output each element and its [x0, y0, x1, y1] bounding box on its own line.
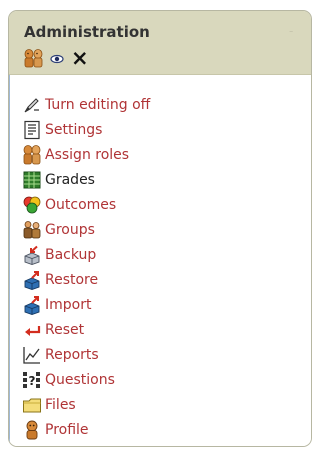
- svg-text:?: ?: [29, 374, 36, 388]
- administration-block: Administration - × Turn editing off Sett…: [8, 10, 312, 447]
- item-label[interactable]: Groups: [45, 222, 95, 238]
- eye-icon[interactable]: [50, 54, 64, 64]
- item-label[interactable]: Grades: [45, 172, 95, 188]
- reports-icon: [23, 347, 40, 364]
- item-label[interactable]: Settings: [45, 122, 102, 138]
- restore-icon: [24, 271, 40, 290]
- roles-icon: [23, 145, 41, 165]
- item-label[interactable]: Questions: [45, 372, 115, 388]
- block-title: Administration: [24, 23, 150, 41]
- import-icon: [24, 296, 40, 315]
- settings-icon: [24, 120, 40, 140]
- groups-icon: [23, 221, 41, 239]
- item-label[interactable]: Assign roles: [45, 147, 129, 163]
- item-files[interactable]: Files: [22, 395, 76, 415]
- hide-block-button[interactable]: -: [289, 25, 299, 37]
- item-reports[interactable]: Reports: [22, 345, 99, 365]
- item-label[interactable]: Outcomes: [45, 197, 116, 213]
- profile-icon: [26, 420, 38, 440]
- block-header: Administration - ×: [9, 11, 311, 75]
- item-profile[interactable]: Profile: [22, 420, 89, 440]
- block-left-edge: [9, 75, 10, 446]
- item-label[interactable]: Backup: [45, 247, 96, 263]
- item-grades[interactable]: Grades: [22, 170, 95, 190]
- item-outcomes[interactable]: Outcomes: [22, 195, 116, 215]
- item-groups[interactable]: Groups: [22, 220, 95, 240]
- item-label[interactable]: Profile: [45, 422, 89, 438]
- item-settings[interactable]: Settings: [22, 120, 102, 140]
- admin-menu: Turn editing off Settings Assign roles G…: [9, 75, 311, 446]
- item-backup[interactable]: Backup: [22, 245, 96, 265]
- edit-icon: [24, 98, 39, 113]
- folder-icon: [23, 398, 41, 413]
- item-assign-roles[interactable]: Assign roles: [22, 145, 129, 165]
- item-label[interactable]: Reset: [45, 322, 84, 338]
- item-label[interactable]: Turn editing off: [45, 97, 150, 113]
- assign-roles-icon[interactable]: [23, 49, 45, 69]
- grades-icon: [23, 171, 41, 189]
- questions-icon: ?: [23, 372, 40, 388]
- item-import[interactable]: Import: [22, 295, 91, 315]
- item-label[interactable]: Files: [45, 397, 76, 413]
- item-label[interactable]: Restore: [45, 272, 98, 288]
- outcomes-icon: [23, 196, 41, 214]
- item-reset[interactable]: Reset: [22, 320, 84, 340]
- reset-icon: [25, 326, 41, 336]
- backup-icon: [24, 245, 40, 265]
- item-restore[interactable]: Restore: [22, 270, 98, 290]
- delete-button[interactable]: ×: [71, 47, 89, 69]
- item-label[interactable]: Import: [45, 297, 91, 313]
- item-label[interactable]: Reports: [45, 347, 99, 363]
- item-turn-editing-off[interactable]: Turn editing off: [22, 95, 150, 115]
- item-questions[interactable]: ? Questions: [22, 370, 115, 390]
